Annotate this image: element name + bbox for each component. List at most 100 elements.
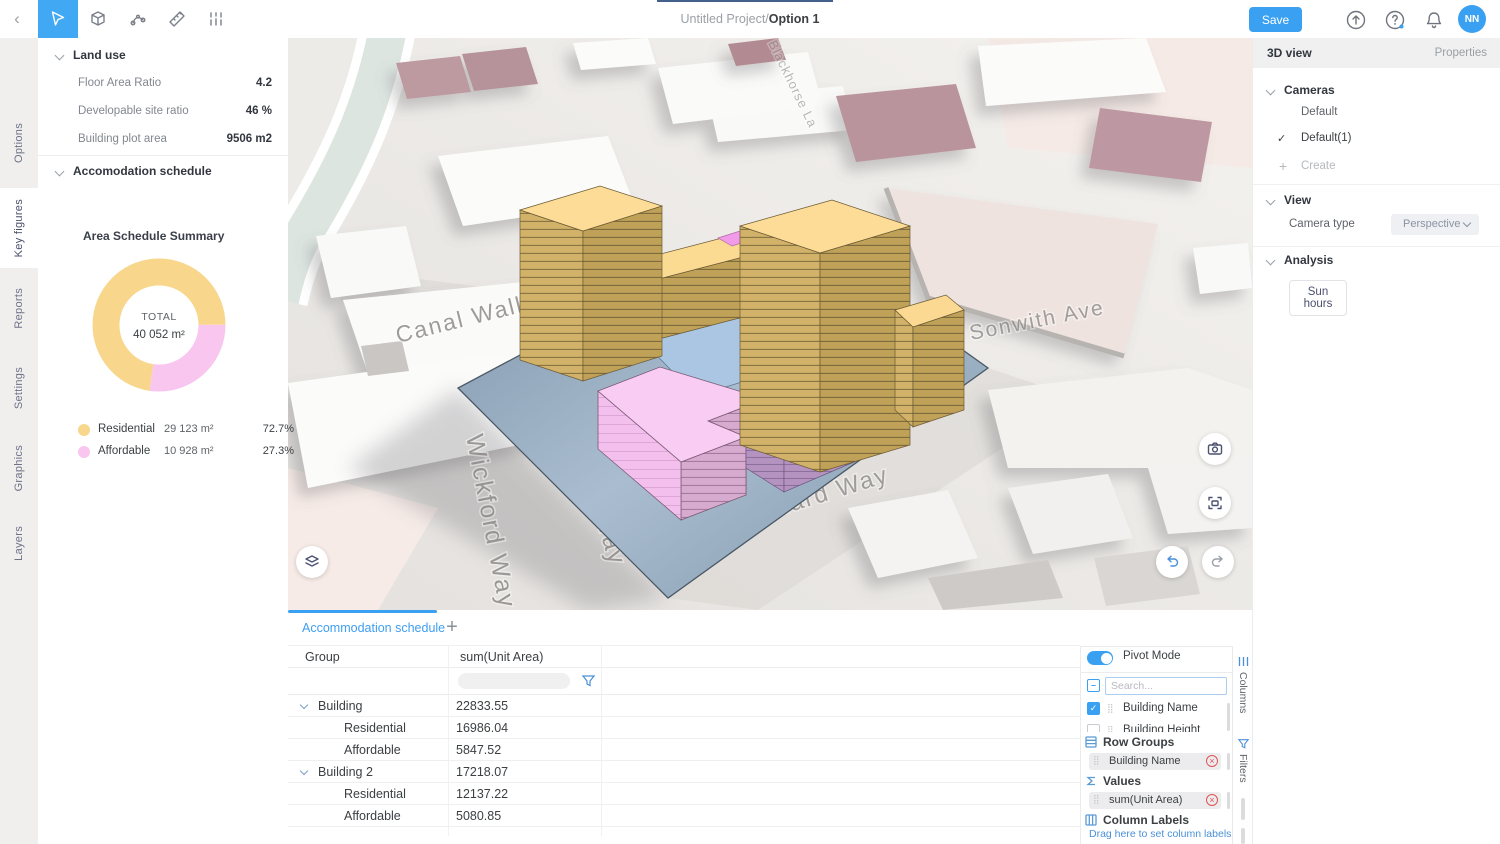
sigma-icon (1085, 775, 1097, 787)
sidebar-tab-options[interactable]: Options (0, 108, 38, 178)
share-button[interactable] (1343, 7, 1369, 33)
table-row[interactable]: Residential12137.22 (288, 783, 1080, 805)
drag-grip-icon: ⣿ (1107, 725, 1113, 732)
filter-row (288, 668, 1080, 695)
metric-value: 9506 m2 (227, 133, 272, 145)
cameras-section-header[interactable]: Cameras (1253, 82, 1500, 98)
tab-columns[interactable]: Columns (1233, 656, 1253, 713)
sidebar-tab-graphics[interactable]: Graphics (0, 433, 38, 503)
select-all-checkbox[interactable]: – (1087, 679, 1100, 692)
map-3d-view[interactable]: Canal Wall Blackhorse La Sonwith Ave Gre… (288, 38, 1252, 610)
sun-hours-button[interactable]: Sun hours (1289, 280, 1347, 316)
metric-value: 4.2 (256, 77, 272, 89)
remove-icon[interactable]: × (1206, 794, 1218, 806)
redo-button[interactable] (1202, 546, 1234, 578)
accommodation-section-header[interactable]: Accomodation schedule (38, 162, 288, 180)
layers-button[interactable] (296, 546, 328, 578)
notifications-button[interactable] (1421, 7, 1447, 33)
chevron-down-icon (55, 166, 65, 176)
sidebar-tab-reports[interactable]: Reports (0, 273, 38, 343)
sidebar-tab-settings[interactable]: Settings (0, 353, 38, 423)
legend-percent: 27.3% (263, 445, 294, 457)
metric-label: Developable site ratio (78, 105, 189, 117)
column-header-group[interactable]: Group (305, 650, 340, 664)
scrollbar-thumb[interactable] (1227, 753, 1230, 770)
sidebar-tab-key-figures[interactable]: Key figures (0, 188, 38, 268)
table-row[interactable]: Affordable5080.85 (288, 805, 1080, 827)
filter-funnel-icon (1238, 738, 1249, 749)
column-header-sum[interactable]: sum(Unit Area) (460, 650, 543, 664)
pivot-mode-toggle[interactable] (1087, 651, 1113, 665)
screenshot-button[interactable] (1199, 433, 1231, 465)
undo-button[interactable] (1156, 546, 1188, 578)
bell-icon (1423, 9, 1445, 31)
legend-row: Residential29 123 m²72.7% (78, 419, 274, 441)
column-labels-drop-hint[interactable]: Drag here to set column labels (1089, 828, 1231, 840)
filter-funnel-icon[interactable] (582, 674, 595, 687)
schedule-table-rows: Building22833.55Residential16986.04Affor… (288, 695, 1080, 827)
table-row[interactable]: Residential16986.04 (288, 717, 1080, 739)
scrollbar-thumb[interactable] (1241, 798, 1245, 820)
land-use-section-header[interactable]: Land use (38, 46, 288, 64)
donut-total-value: 40 052 m² (133, 329, 185, 341)
camera-item-default[interactable]: Default (1301, 106, 1337, 118)
column-filter-input[interactable] (458, 673, 570, 689)
legend-name: Affordable (98, 445, 150, 457)
camera-type-label: Camera type (1289, 218, 1355, 230)
pivot-field-row[interactable]: ✓⣿Building Name (1081, 699, 1227, 721)
land-use-title: Land use (73, 48, 126, 62)
view-section-header[interactable]: View (1253, 192, 1500, 208)
chevron-down-icon[interactable] (300, 701, 308, 709)
create-camera-button[interactable]: Create (1301, 160, 1336, 172)
camera-type-dropdown[interactable]: Perspective (1391, 214, 1479, 235)
row-value: 16986.04 (456, 721, 508, 735)
save-button[interactable]: Save (1249, 7, 1302, 32)
analysis-section-header[interactable]: Analysis (1253, 252, 1500, 268)
land-use-row: Floor Area Ratio 4.2 (38, 74, 288, 94)
tab-filters[interactable]: Filters (1233, 738, 1253, 783)
field-checkbox[interactable]: ✓ (1087, 702, 1100, 715)
table-row[interactable]: Building22833.55 (288, 695, 1080, 717)
values-pill[interactable]: ⣿ sum(Unit Area) × (1089, 792, 1221, 809)
field-label: Building Name (1123, 702, 1198, 714)
drag-grip-icon: ⣿ (1093, 794, 1099, 805)
metric-label: Building plot area (78, 133, 167, 145)
avatar[interactable]: NN (1458, 5, 1486, 33)
columns-icon (1238, 656, 1249, 667)
help-button[interactable] (1382, 7, 1408, 33)
pivot-mode-label: Pivot Mode (1123, 650, 1181, 662)
land-use-row: Developable site ratio46 % (38, 102, 288, 122)
zoom-to-fit-button[interactable] (1199, 487, 1231, 519)
row-groups-label: Row Groups (1103, 735, 1174, 749)
scrollbar-thumb[interactable] (1227, 703, 1230, 731)
camera-type-value: Perspective (1403, 218, 1460, 230)
metric-label: Floor Area Ratio (78, 77, 161, 89)
chevron-down-icon[interactable] (300, 767, 308, 775)
pivot-search-input[interactable] (1105, 677, 1227, 695)
sidebar-tab-layers[interactable]: Layers (0, 513, 38, 573)
values-header: Values (1085, 774, 1141, 788)
column-labels-label: Column Labels (1103, 813, 1189, 827)
tower-left[interactable] (520, 186, 662, 381)
tower-right[interactable] (740, 200, 910, 472)
field-checkbox[interactable] (1087, 724, 1100, 732)
values-label: Values (1103, 774, 1141, 788)
table-row[interactable]: Building 217218.07 (288, 761, 1080, 783)
camera-icon (1206, 440, 1224, 458)
pivot-field-row[interactable]: ⣿Building Height (1081, 721, 1227, 732)
chevron-down-icon (1266, 255, 1276, 265)
sidebar-tab-label: Settings (13, 367, 25, 409)
column-labels-icon (1085, 814, 1097, 826)
table-row[interactable]: Affordable5847.52 (288, 739, 1080, 761)
row-label: Residential (344, 787, 406, 801)
tower-small[interactable] (895, 295, 964, 427)
row-groups-pill[interactable]: ⣿ Building Name × (1089, 753, 1221, 770)
scrollbar-thumb[interactable] (1241, 828, 1245, 844)
row-label: Affordable (344, 743, 401, 757)
remove-icon[interactable]: × (1206, 755, 1218, 767)
chart-title: Area Schedule Summary (83, 229, 224, 243)
tab-accommodation-schedule[interactable]: Accommodation schedule (302, 621, 445, 635)
add-tab-button[interactable]: + (440, 615, 464, 639)
scrollbar-thumb[interactable] (1227, 792, 1230, 809)
camera-item-default1[interactable]: Default(1) (1301, 132, 1352, 144)
